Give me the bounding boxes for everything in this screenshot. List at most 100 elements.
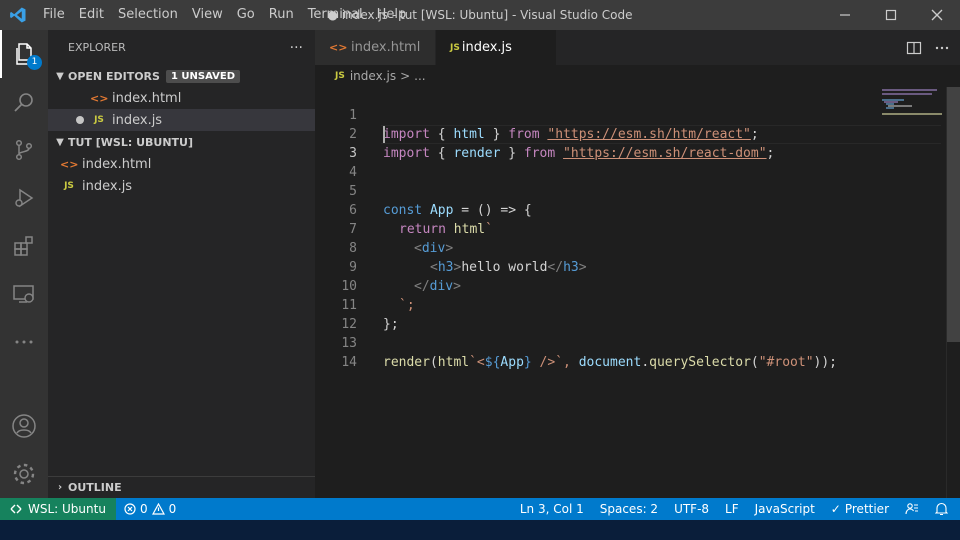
breadcrumb-symbols[interactable]: ... <box>414 69 425 83</box>
tab-label: index.js <box>461 40 512 55</box>
js-file-icon: JS <box>94 115 104 125</box>
problems-indicator[interactable]: 0 0 <box>116 498 184 520</box>
more-button[interactable] <box>0 318 48 366</box>
breadcrumb-separator: > <box>400 69 411 83</box>
scrollbar-thumb[interactable] <box>947 87 960 342</box>
run-debug-button[interactable] <box>0 174 48 222</box>
template-expr: } <box>523 355 532 370</box>
code-line: 14 <box>315 334 947 370</box>
function-name: querySelector <box>649 355 751 370</box>
explorer-more-icon[interactable]: ··· <box>290 40 303 56</box>
identifier: App <box>500 355 524 370</box>
string: "#root" <box>758 355 814 370</box>
status-bar: WSL: Ubuntu 0 0 Ln 3, Col 1 Spaces: 2 UT… <box>0 498 960 520</box>
prettier-status[interactable]: ✓ Prettier <box>823 498 897 520</box>
file-index-js[interactable]: JS index.js <box>48 175 315 197</box>
code-line: 13 render(html`<${App} />`, document.que… <box>315 315 947 370</box>
unsaved-dot-icon <box>76 116 84 124</box>
warning-icon <box>151 503 165 515</box>
source-control-icon <box>15 139 33 161</box>
maximize-button[interactable] <box>868 0 914 30</box>
minimap[interactable] <box>880 87 946 498</box>
remote-label: WSL: Ubuntu <box>28 502 106 516</box>
file-index-html[interactable]: <> index.html <box>48 153 315 175</box>
title-bar: File Edit Selection View Go Run Terminal… <box>0 0 960 30</box>
minimap-line <box>882 113 942 115</box>
minimize-button[interactable] <box>822 0 868 30</box>
bell-icon <box>935 502 948 516</box>
source-control-button[interactable] <box>0 126 48 174</box>
file-label: index.js <box>82 178 133 194</box>
maximize-icon <box>885 9 897 21</box>
breadcrumb: JS index.js > ... <box>315 65 960 87</box>
explorer-badge: 1 <box>27 55 42 70</box>
language-mode[interactable]: JavaScript <box>747 498 823 520</box>
tab-label: index.html <box>351 40 421 55</box>
end-of-line[interactable]: LF <box>717 498 747 520</box>
menu-go[interactable]: Go <box>230 0 262 30</box>
indentation[interactable]: Spaces: 2 <box>592 498 666 520</box>
explorer-button[interactable]: 1 <box>0 30 48 78</box>
open-editor-index-js[interactable]: JS index.js <box>48 109 315 131</box>
encoding[interactable]: UTF-8 <box>666 498 717 520</box>
more-icon <box>15 340 33 344</box>
close-icon <box>931 9 943 21</box>
unsaved-badge: 1 UNSAVED <box>165 69 241 83</box>
search-button[interactable] <box>0 78 48 126</box>
menu-run[interactable]: Run <box>262 0 301 30</box>
punct: ( <box>750 355 759 370</box>
extensions-button[interactable] <box>0 222 48 270</box>
js-file-icon: JS <box>64 181 74 191</box>
html-file-icon: <> <box>90 91 109 105</box>
vertical-scrollbar[interactable] <box>946 87 960 498</box>
open-editor-label: index.js <box>112 112 163 128</box>
remote-indicator[interactable]: WSL: Ubuntu <box>0 498 116 520</box>
js-file-icon: JS <box>335 71 345 81</box>
account-button[interactable] <box>0 402 48 450</box>
chevron-down-icon: ▼ <box>56 136 64 148</box>
close-button[interactable] <box>914 0 960 30</box>
code-line: 2 import { render } from "https://esm.sh… <box>315 106 947 161</box>
code-line: 5 const App = () => { <box>315 163 947 218</box>
open-editors-label: OPEN EDITORS <box>68 69 160 83</box>
vscode-logo-icon <box>0 0 36 30</box>
editor-tabs: <> index.html JS index.js <box>315 30 960 65</box>
menu-help[interactable]: Help <box>370 0 414 30</box>
punct: )); <box>813 355 838 370</box>
breadcrumb-file[interactable]: index.js <box>350 69 396 83</box>
remote-explorer-button[interactable] <box>0 270 48 318</box>
feedback-icon <box>905 503 918 515</box>
minimap-line <box>886 107 894 109</box>
menu-terminal[interactable]: Terminal <box>301 0 370 30</box>
warning-count: 0 <box>168 502 177 516</box>
chevron-down-icon: ▼ <box>56 70 64 82</box>
html-file-icon: <> <box>329 41 348 54</box>
code-line: 11 }; <box>315 277 947 332</box>
open-editor-index-html[interactable]: <> index.html <box>48 87 315 109</box>
explorer-title: EXPLORER <box>68 41 126 54</box>
code-editor[interactable]: 1 import { html } from "https://esm.sh/h… <box>315 87 947 498</box>
more-actions-icon[interactable] <box>934 40 950 56</box>
minimap-line <box>882 89 937 91</box>
folder-label: TUT [WSL: UBUNTU] <box>68 135 194 149</box>
menu-file[interactable]: File <box>36 0 72 30</box>
menu-edit[interactable]: Edit <box>72 0 111 30</box>
tab-index-html[interactable]: <> index.html <box>315 30 436 65</box>
notifications-button[interactable] <box>927 498 956 520</box>
settings-button[interactable] <box>0 450 48 498</box>
open-editors-header[interactable]: ▼ OPEN EDITORS 1 UNSAVED <box>48 65 315 87</box>
menu-view[interactable]: View <box>185 0 230 30</box>
cursor-position[interactable]: Ln 3, Col 1 <box>512 498 592 520</box>
outline-header[interactable]: › OUTLINE <box>48 476 315 498</box>
folder-header[interactable]: ▼ TUT [WSL: UBUNTU] <box>48 131 315 153</box>
split-editor-icon[interactable] <box>906 40 922 56</box>
run-debug-icon <box>15 188 34 208</box>
settings-gear-icon <box>13 463 35 485</box>
file-label: index.html <box>82 156 152 172</box>
checkmark-icon: ✓ <box>830 502 841 516</box>
search-icon <box>14 93 33 112</box>
feedback-button[interactable] <box>897 498 927 520</box>
remote-icon <box>10 504 22 514</box>
menu-selection[interactable]: Selection <box>111 0 185 30</box>
tab-index-js[interactable]: JS index.js <box>436 30 557 65</box>
